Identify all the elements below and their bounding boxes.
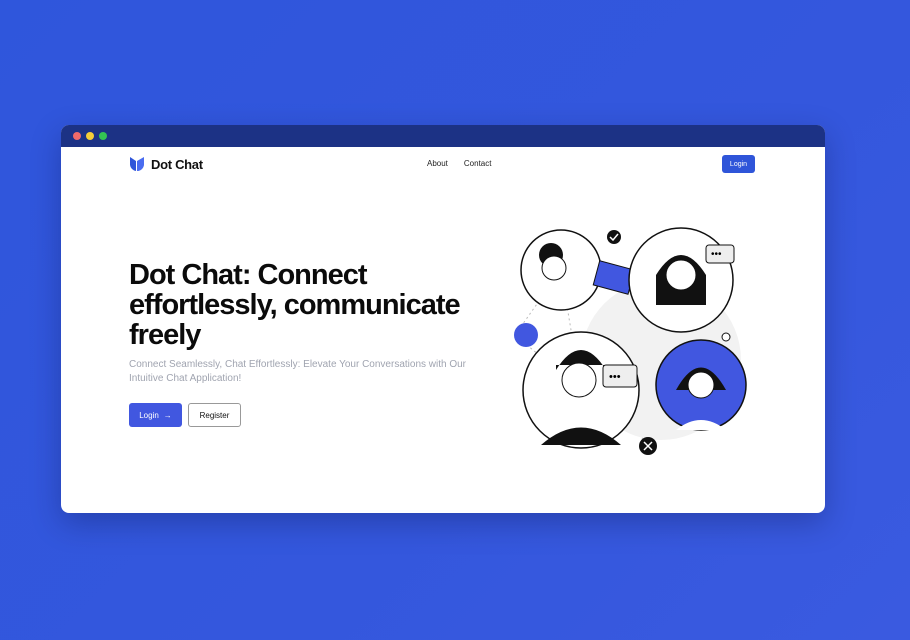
svg-text:•••: ••• (711, 249, 722, 260)
logo-icon (130, 157, 144, 172)
svg-text:•••: ••• (609, 371, 621, 383)
nav-about[interactable]: About (427, 159, 448, 168)
envelope-icon (592, 260, 636, 295)
arrow-right-icon: → (163, 410, 172, 420)
window-titlebar (61, 125, 825, 147)
hero-title: Dot Chat: Connect effortlessly, communic… (129, 259, 461, 351)
login-label: Login (139, 410, 159, 420)
nav-login-button[interactable]: Login (722, 155, 755, 173)
maximize-dot[interactable] (99, 132, 107, 140)
nav-contact[interactable]: Contact (464, 159, 492, 168)
brand-name: Dot Chat (151, 156, 203, 172)
navbar: Dot Chat About Contact Login (61, 147, 825, 181)
blue-dot (514, 323, 538, 347)
register-button[interactable]: Register (188, 403, 241, 427)
brand-logo[interactable]: Dot Chat (129, 156, 203, 172)
check-icon (607, 230, 621, 244)
chat-illustration: ••• ••• (514, 227, 747, 455)
browser-window: Dot Chat About Contact Login Dot Chat: C… (61, 125, 825, 513)
minimize-dot[interactable] (86, 132, 94, 140)
login-button[interactable]: Login → (129, 403, 182, 427)
close-dot[interactable] (73, 132, 81, 140)
hero-subtitle: Connect Seamlessly, Chat Effortlessly: E… (129, 359, 467, 384)
